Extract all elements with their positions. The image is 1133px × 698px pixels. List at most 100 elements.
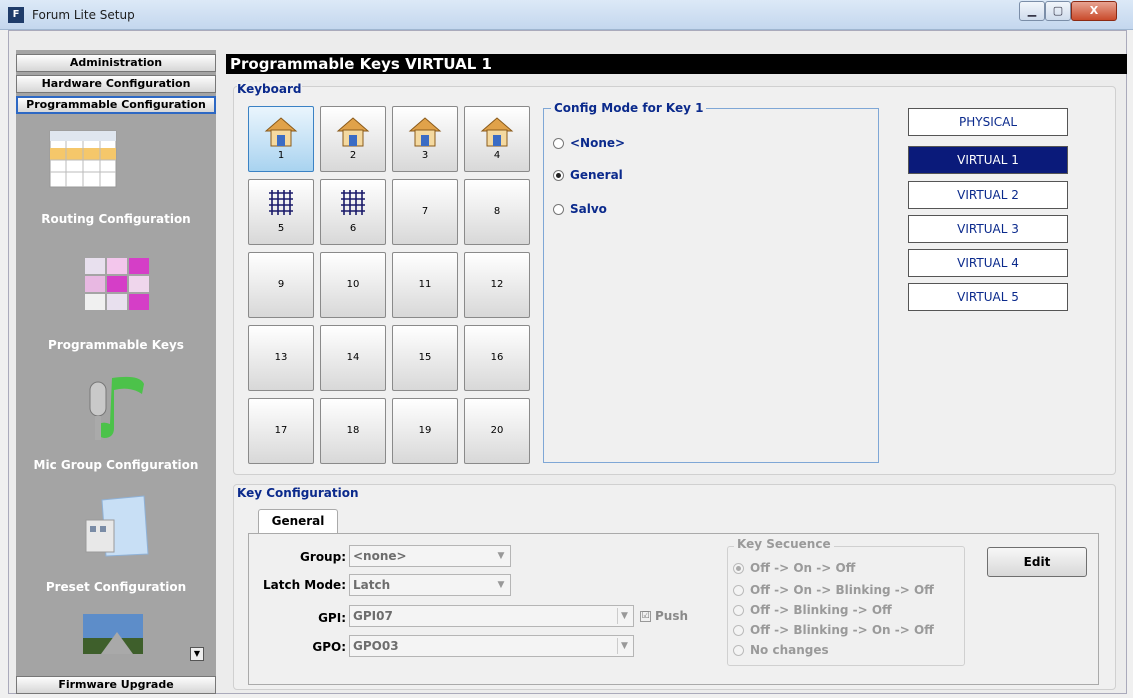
- config-mode-title: Config Mode for Key 1: [551, 101, 707, 115]
- key-16[interactable]: 16: [464, 325, 530, 391]
- radio-salvo[interactable]: Salvo: [553, 202, 607, 216]
- radio-circle[interactable]: [733, 645, 744, 656]
- key-label: 1: [277, 150, 285, 161]
- sidebar-scroll-down-button[interactable]: ▼: [190, 647, 204, 661]
- sidebar-item-label: Preset Configuration: [45, 580, 187, 594]
- key-config-title: Key Configuration: [237, 486, 359, 500]
- key-label: 19: [418, 425, 432, 436]
- key-label: 3: [421, 150, 429, 161]
- chevron-down-icon: ▼: [497, 551, 505, 561]
- key-label: 7: [421, 206, 429, 217]
- seq-option-1[interactable]: Off -> On -> Off: [733, 561, 855, 575]
- radio-circle[interactable]: [733, 605, 744, 616]
- virtual-3-button[interactable]: VIRTUAL 3: [908, 215, 1068, 243]
- key-10[interactable]: 10: [320, 252, 386, 318]
- title-bar: F Forum Lite Setup ▁ ▢ X: [0, 0, 1133, 30]
- key-4[interactable]: 4: [464, 106, 530, 172]
- radio-general-circle[interactable]: [553, 170, 564, 181]
- close-button[interactable]: X: [1071, 1, 1117, 21]
- radio-none-circle[interactable]: [553, 138, 564, 149]
- radio-circle[interactable]: [733, 585, 744, 596]
- photo-icon: [83, 614, 143, 654]
- nav-administration[interactable]: Administration: [16, 54, 216, 72]
- edit-button[interactable]: Edit: [987, 547, 1087, 577]
- key-label: 6: [349, 223, 357, 234]
- folder-icon: [85, 495, 149, 557]
- key-2[interactable]: 2: [320, 106, 386, 172]
- gpo-combo[interactable]: GPO03 ▼: [349, 635, 634, 657]
- app-logo-icon: F: [8, 7, 24, 23]
- tab-general[interactable]: General: [258, 509, 338, 533]
- group-label: Group:: [300, 550, 346, 564]
- radio-none-label: <None>: [570, 136, 626, 150]
- key-9[interactable]: 9: [248, 252, 314, 318]
- virtual-5-button[interactable]: VIRTUAL 5: [908, 283, 1068, 311]
- grid-icon: [338, 188, 368, 221]
- sidebar-item-label: Mic Group Configuration: [33, 458, 199, 472]
- nav-firmware-upgrade[interactable]: Firmware Upgrade: [16, 676, 216, 694]
- key-label: 13: [274, 352, 288, 363]
- key-17[interactable]: 17: [248, 398, 314, 464]
- radio-circle[interactable]: [733, 625, 744, 636]
- key-13[interactable]: 13: [248, 325, 314, 391]
- chevron-down-icon: ▼: [617, 638, 631, 654]
- key-12[interactable]: 12: [464, 252, 530, 318]
- key-7[interactable]: 7: [392, 179, 458, 245]
- gpi-combo[interactable]: GPI07 ▼: [349, 605, 634, 627]
- physical-button[interactable]: PHYSICAL: [908, 108, 1068, 136]
- key-label: 20: [490, 425, 504, 436]
- virtual-1-button[interactable]: VIRTUAL 1: [908, 146, 1068, 174]
- seq-option-5[interactable]: No changes: [733, 643, 829, 657]
- radio-general[interactable]: General: [553, 168, 623, 182]
- radio-circle[interactable]: [733, 563, 744, 574]
- key-14[interactable]: 14: [320, 325, 386, 391]
- key-label: 16: [490, 352, 504, 363]
- key-3[interactable]: 3: [392, 106, 458, 172]
- key-label: 11: [418, 279, 432, 290]
- key-1[interactable]: 1: [248, 106, 314, 172]
- seq-option-2[interactable]: Off -> On -> Blinking -> Off: [733, 583, 934, 597]
- house-icon: [336, 115, 370, 152]
- chevron-down-icon: ▼: [617, 608, 631, 624]
- sidebar-item-label: Programmable Keys: [48, 338, 184, 352]
- push-check-icon: ☑: [640, 611, 651, 622]
- maximize-button[interactable]: ▢: [1045, 1, 1071, 21]
- key-18[interactable]: 18: [320, 398, 386, 464]
- seq-option-label: Off -> On -> Off: [750, 561, 856, 575]
- latch-mode-label: Latch Mode:: [262, 578, 346, 592]
- push-label: Push: [655, 609, 689, 623]
- gpi-value: GPI07: [353, 609, 393, 623]
- seq-option-3[interactable]: Off -> Blinking -> Off: [733, 603, 892, 617]
- grid-icon: [266, 188, 296, 221]
- key-label: 8: [493, 206, 501, 217]
- house-icon: [264, 115, 298, 152]
- key-6[interactable]: 6: [320, 179, 386, 245]
- push-checkbox[interactable]: ☑ Push: [640, 609, 688, 623]
- latch-mode-combo[interactable]: Latch ▼: [349, 574, 511, 596]
- key-20[interactable]: 20: [464, 398, 530, 464]
- nav-hardware-configuration[interactable]: Hardware Configuration: [16, 75, 216, 93]
- key-label: 15: [418, 352, 432, 363]
- pink-blocks-icon: [85, 258, 149, 310]
- virtual-2-button[interactable]: VIRTUAL 2: [908, 181, 1068, 209]
- virtual-4-button[interactable]: VIRTUAL 4: [908, 249, 1068, 277]
- group-combo[interactable]: <none> ▼: [349, 545, 511, 567]
- key-8[interactable]: 8: [464, 179, 530, 245]
- key-5[interactable]: 5: [248, 179, 314, 245]
- config-mode-box: [543, 108, 879, 463]
- nav-programmable-configuration[interactable]: Programmable Configuration: [16, 96, 216, 114]
- mic-music-icon: [89, 376, 144, 440]
- group-value: <none>: [353, 549, 407, 563]
- radio-none[interactable]: <None>: [553, 136, 625, 150]
- radio-salvo-circle[interactable]: [553, 204, 564, 215]
- key-11[interactable]: 11: [392, 252, 458, 318]
- seq-option-4[interactable]: Off -> Blinking -> On -> Off: [733, 623, 934, 637]
- key-label: 4: [493, 150, 501, 161]
- radio-salvo-label: Salvo: [570, 202, 607, 216]
- key-19[interactable]: 19: [392, 398, 458, 464]
- key-15[interactable]: 15: [392, 325, 458, 391]
- gpo-value: GPO03: [353, 639, 399, 653]
- window-title: Forum Lite Setup: [32, 8, 135, 22]
- latch-mode-value: Latch: [353, 578, 391, 592]
- minimize-button[interactable]: ▁: [1019, 1, 1045, 21]
